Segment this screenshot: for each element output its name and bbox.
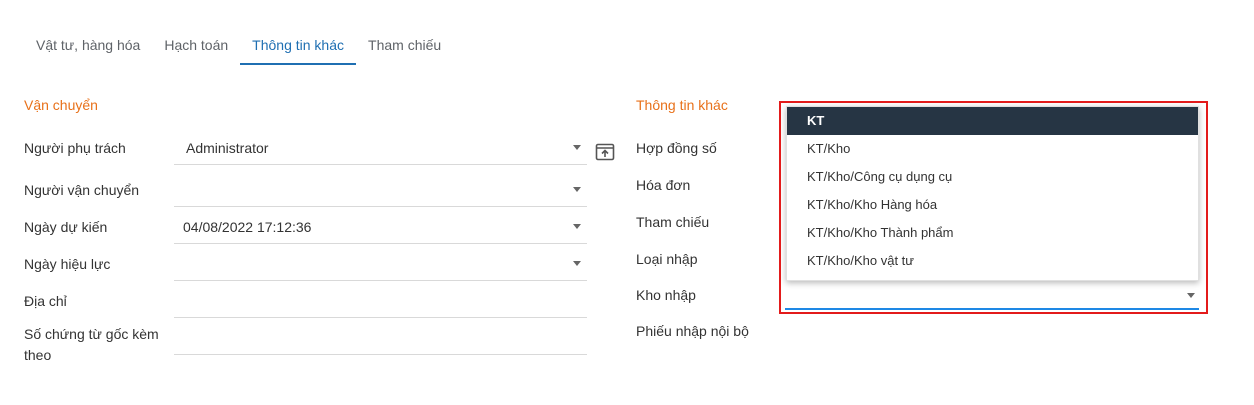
tab-accounting[interactable]: Hạch toán [152, 26, 240, 64]
label-carrier: Người vận chuyển [24, 182, 140, 198]
label-reference: Tham chiếu [636, 214, 710, 230]
tab-other-info[interactable]: Thông tin khác [240, 26, 357, 65]
tab-bar: Vật tư, hàng hóa Hạch toán Thông tin khá… [24, 26, 453, 66]
label-person-in-charge: Người phụ trách [24, 140, 126, 156]
label-effective-date: Ngày hiệu lực [24, 256, 111, 272]
source-docs-input[interactable] [174, 321, 587, 355]
section-title-shipping: Vận chuyển [24, 97, 98, 113]
label-import-type: Loại nhập [636, 251, 698, 267]
label-warehouse: Kho nhập [636, 287, 696, 303]
person-in-charge-select[interactable]: Administrator [174, 131, 587, 165]
label-source-docs-line2: theo [24, 347, 52, 363]
chevron-down-icon [573, 187, 581, 192]
carrier-select[interactable] [174, 173, 587, 207]
address-input[interactable] [174, 284, 587, 318]
label-contract-no: Hợp đồng số [636, 140, 717, 156]
chevron-down-icon [573, 145, 581, 150]
label-expected-date: Ngày dự kiến [24, 219, 108, 235]
highlight-box [779, 101, 1208, 314]
chevron-down-icon [573, 261, 581, 266]
expected-date-value: 04/08/2022 17:12:36 [183, 218, 312, 235]
section-title-other-info: Thông tin khác [636, 97, 728, 113]
label-address: Địa chỉ [24, 293, 67, 309]
open-external-icon[interactable] [595, 143, 615, 161]
tab-reference[interactable]: Tham chiếu [356, 26, 453, 64]
tab-materials-goods[interactable]: Vật tư, hàng hóa [24, 26, 152, 64]
label-source-docs-line1: Số chứng từ gốc kèm [24, 326, 159, 342]
person-in-charge-value: Administrator [186, 139, 269, 156]
expected-date-picker[interactable]: 04/08/2022 17:12:36 [174, 210, 587, 244]
label-internal-receipt: Phiếu nhập nội bộ [636, 323, 749, 339]
effective-date-picker[interactable] [174, 247, 587, 281]
chevron-down-icon [573, 224, 581, 229]
label-invoice: Hóa đơn [636, 177, 691, 193]
